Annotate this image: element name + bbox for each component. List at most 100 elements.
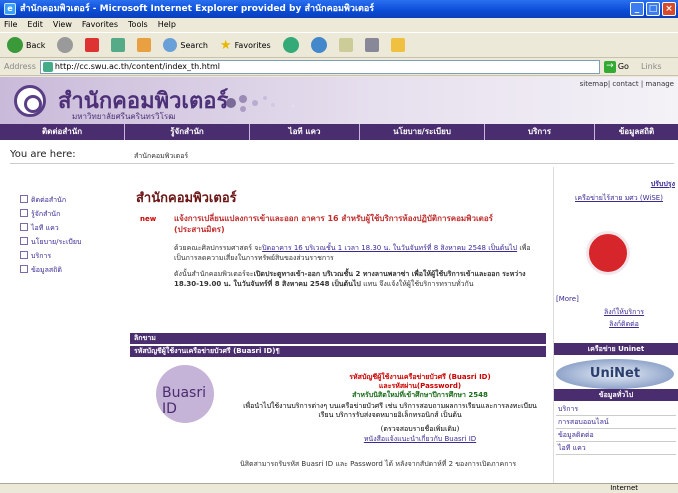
buasri-text: เพื่อนำไปใช้งานบริการต่างๆ บนเครือข่ายบั… bbox=[243, 402, 537, 419]
close-button[interactable]: × bbox=[662, 2, 676, 16]
uninet-logo[interactable]: UniNet bbox=[556, 359, 674, 389]
breadcrumb[interactable]: สำนักคอมพิวเตอร์ bbox=[134, 151, 188, 162]
address-bar: Address http://cc.swu.ac.th/content/inde… bbox=[0, 58, 678, 76]
list-item[interactable]: ข้อมูลติดต่อ bbox=[556, 429, 676, 442]
nav-services[interactable]: บริการ bbox=[485, 124, 595, 140]
more-link[interactable]: [More] bbox=[556, 295, 579, 303]
history-icon bbox=[310, 37, 327, 53]
section-bar: ลิกขาม bbox=[130, 333, 546, 344]
news-paragraph-2: ดังนั้นสำนักคอมพิวเตอร์จะเปิดประตูทางเข้… bbox=[174, 270, 526, 288]
home-icon bbox=[137, 38, 152, 52]
search-icon bbox=[163, 38, 178, 52]
nav-contact[interactable]: ติดต่อสำนัก bbox=[0, 124, 125, 140]
nav-stats[interactable]: ข้อมูลสถิติ bbox=[595, 124, 678, 140]
leftnav-item[interactable]: รู้จักสำนัก bbox=[20, 207, 81, 221]
menu-help[interactable]: Help bbox=[158, 18, 176, 32]
back-arrow-icon bbox=[7, 37, 23, 53]
browser-window: e สำนักคอมพิวเตอร์ - Microsoft Internet … bbox=[0, 0, 678, 493]
page-title: สำนักคอมพิวเตอร์ bbox=[136, 191, 237, 206]
toolbar: Back Search ★ Favorites bbox=[0, 32, 678, 58]
site-subtitle: มหาวิทยาลัยศรีนครินทรวิโรฒ bbox=[72, 112, 176, 121]
maximize-button[interactable]: □ bbox=[646, 2, 660, 16]
media-button[interactable] bbox=[280, 35, 302, 55]
leftnav-item[interactable]: ติดต่อสำนัก bbox=[20, 193, 81, 207]
list-item[interactable]: ไอที แคว bbox=[556, 442, 676, 455]
refresh-icon bbox=[111, 38, 126, 52]
menu-edit[interactable]: Edit bbox=[27, 18, 43, 32]
mail-icon bbox=[338, 38, 353, 52]
print-icon bbox=[364, 38, 379, 52]
links-button[interactable]: Links bbox=[641, 62, 662, 71]
minimize-button[interactable]: _ bbox=[630, 2, 644, 16]
stop-icon bbox=[85, 38, 100, 52]
breadcrumb-label: You are here: bbox=[10, 149, 76, 160]
new-badge: new bbox=[140, 215, 157, 223]
forward-button[interactable] bbox=[54, 35, 76, 55]
nav-about[interactable]: รู้จักสำนัก bbox=[125, 124, 250, 140]
menu-bar: File Edit View Favorites Tools Help bbox=[0, 18, 678, 32]
top-links[interactable]: sitemap| contact | manage bbox=[580, 80, 674, 88]
buasri-logo: Buasri ID bbox=[156, 365, 214, 423]
main-nav: ติดต่อสำนัก รู้จักสำนัก ไอที แคว นโยบาย/… bbox=[0, 124, 678, 140]
go-button[interactable]: → Go bbox=[603, 60, 629, 73]
general-heading: ข้อมูลทั่วไป bbox=[554, 389, 678, 401]
service-link[interactable]: ลิงก์ให้บริการ bbox=[574, 307, 674, 317]
title-bar: e สำนักคอมพิวเตอร์ - Microsoft Internet … bbox=[0, 0, 678, 18]
nav-it[interactable]: ไอที แคว bbox=[250, 124, 360, 140]
news-paragraph-1: ด้วยคณะศิลปกรรมศาสตร์ จะปิดอาคาร 16 บริเ… bbox=[174, 244, 531, 262]
list-item[interactable]: บริการ bbox=[556, 403, 676, 416]
print-button[interactable] bbox=[362, 35, 382, 55]
decorative-dots bbox=[226, 95, 295, 112]
back-button[interactable]: Back bbox=[4, 35, 48, 55]
leftnav-item[interactable]: ข้อมูลสถิติ bbox=[20, 263, 81, 277]
forward-arrow-icon bbox=[57, 37, 74, 53]
right-sidebar: ปรับปรุง เครือข่ายไร้สาย มศว (WiSE) [Mor… bbox=[553, 167, 678, 483]
update-link[interactable]: ปรับปรุง bbox=[651, 179, 675, 190]
buasri-bottom-text: นิสิตสามารถรับรหัส Buasri ID และ Passwor… bbox=[240, 460, 517, 468]
list-item[interactable]: การสอบออนไลน์ bbox=[556, 416, 676, 429]
contact-link[interactable]: ลิงก์ติดต่อ bbox=[574, 319, 674, 329]
wise-logo[interactable] bbox=[586, 231, 630, 275]
search-button[interactable]: Search bbox=[160, 35, 210, 55]
mail-button[interactable] bbox=[336, 35, 356, 55]
menu-favorites[interactable]: Favorites bbox=[82, 18, 118, 32]
buasri-info: รหัสบัญชีผู้ใช้งานเครือข่ายบัวศรี (Buasr… bbox=[349, 373, 491, 399]
refresh-button[interactable] bbox=[108, 35, 128, 55]
ie-icon: e bbox=[4, 3, 16, 15]
news-headline[interactable]: แจ้งการเปลี่ยนแปลงการเข้าและออก อาคาร 16… bbox=[174, 213, 544, 235]
divider bbox=[10, 163, 674, 164]
star-icon: ★ bbox=[219, 37, 232, 53]
leftnav-item[interactable]: นโยบาย/ระเบียบ bbox=[20, 235, 81, 249]
site-logo[interactable] bbox=[14, 85, 46, 117]
favorites-button[interactable]: ★ Favorites bbox=[217, 35, 274, 55]
main-content: สำนักคอมพิวเตอร์ new แจ้งการเปลี่ยนแปลงก… bbox=[130, 167, 548, 483]
address-input[interactable]: http://cc.swu.ac.th/content/index_th.htm… bbox=[39, 59, 600, 74]
address-label: Address bbox=[4, 62, 36, 71]
wise-link[interactable]: เครือข่ายไร้สาย มศว (WiSE) bbox=[564, 193, 674, 203]
leftnav-item[interactable]: บริการ bbox=[20, 249, 81, 263]
nav-policy[interactable]: นโยบาย/ระเบียบ bbox=[360, 124, 485, 140]
folder-button[interactable] bbox=[388, 35, 408, 55]
stop-button[interactable] bbox=[82, 35, 102, 55]
page-icon bbox=[42, 61, 53, 72]
window-title: สำนักคอมพิวเตอร์ - Microsoft Internet Ex… bbox=[20, 4, 375, 14]
general-list: บริการ การสอบออนไลน์ ข้อมูลติดต่อ ไอที แ… bbox=[556, 403, 676, 455]
left-nav: ติดต่อสำนัก รู้จักสำนัก ไอที แคว นโยบาย/… bbox=[20, 193, 81, 277]
buasri-letter-link[interactable]: หนังสือแจ้งแนะนำเกี่ยวกับ Buasri ID bbox=[300, 435, 540, 444]
menu-view[interactable]: View bbox=[53, 18, 72, 32]
home-button[interactable] bbox=[134, 35, 154, 55]
menu-tools[interactable]: Tools bbox=[128, 18, 148, 32]
menu-file[interactable]: File bbox=[4, 18, 17, 32]
uninet-heading: เครือข่าย Uninet bbox=[554, 343, 678, 355]
history-button[interactable] bbox=[308, 35, 330, 55]
status-bar: Internet bbox=[0, 483, 678, 493]
leftnav-item[interactable]: ไอที แคว bbox=[20, 221, 81, 235]
media-icon bbox=[282, 37, 299, 53]
folder-icon bbox=[390, 38, 405, 52]
section-bar-buasri: รหัสบัญชีผู้ใช้งานเครือข่ายบัวศรี (Buasr… bbox=[130, 346, 546, 357]
building-close-link[interactable]: ปิดอาคาร 16 บริเวณชั้น 1 เวลา 18.30 น. ใ… bbox=[262, 244, 517, 252]
go-arrow-icon: → bbox=[603, 60, 616, 73]
page-viewport: สำนักคอมพิวเตอร์ มหาวิทยาลัยศรีนครินทรวิ… bbox=[0, 77, 678, 483]
buasri-list-link[interactable]: (ตรวจสอบรายชื่อเพิ่มเติม) bbox=[300, 425, 540, 434]
site-banner: สำนักคอมพิวเตอร์ มหาวิทยาลัยศรีนครินทรวิ… bbox=[0, 77, 678, 124]
